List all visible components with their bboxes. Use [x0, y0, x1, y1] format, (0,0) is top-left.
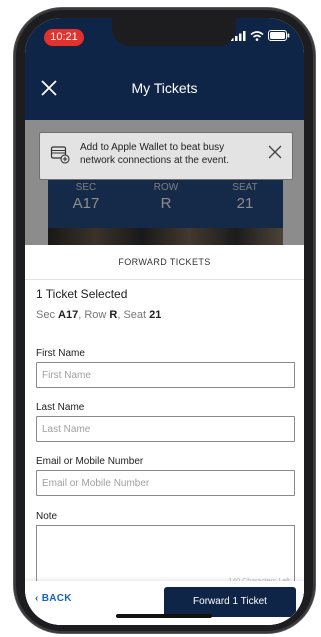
ticket-row-label: ROW	[153, 182, 179, 193]
ticket-seat-value: 21	[236, 195, 254, 212]
ticket-sec-value: A17	[72, 195, 100, 212]
forward-sheet: FORWARD TICKETS 1 Ticket Selected Sec A1…	[25, 245, 304, 625]
wallet-banner[interactable]: Add to Apple Wallet to beat busy network…	[39, 132, 293, 180]
phone-screen: 10:21 My Tickets SEC A17 ROW R SEAT 21 A…	[25, 18, 304, 625]
ticket-sec: SEC A17	[56, 182, 116, 212]
back-button[interactable]: ‹ BACK	[35, 593, 72, 604]
status-time: 10:21	[44, 29, 84, 46]
first-name-field[interactable]	[36, 362, 295, 388]
seat-sec: A17	[58, 309, 79, 321]
contact-label: Email or Mobile Number	[36, 456, 144, 467]
app-header: My Tickets	[25, 58, 304, 120]
sheet-footer: ‹ BACK Forward 1 Ticket	[25, 581, 304, 625]
contact-field[interactable]	[36, 470, 295, 496]
forward-button[interactable]: Forward 1 Ticket	[164, 587, 296, 617]
status-icons	[231, 30, 290, 41]
ticket-row: ROW R	[136, 182, 196, 212]
ticket-seat: SEAT 21	[215, 182, 275, 212]
home-indicator	[116, 614, 212, 618]
wifi-icon	[250, 30, 264, 41]
ticket-seat-label: SEAT	[232, 182, 258, 193]
tickets-selected: 1 Ticket Selected	[36, 287, 128, 301]
wallet-banner-text: Add to Apple Wallet to beat busy network…	[80, 142, 229, 166]
close-icon[interactable]	[268, 145, 282, 159]
seat-info: Sec A17, Row R, Seat 21	[36, 309, 161, 321]
first-name-label: First Name	[36, 348, 85, 359]
note-field[interactable]: 140 Characters Left	[36, 525, 295, 587]
back-button-label: BACK	[41, 593, 72, 604]
ticket-sec-label: SEC	[75, 182, 97, 193]
battery-icon	[268, 30, 290, 41]
page-title: My Tickets	[131, 80, 198, 96]
seat-sec-prefix: Sec	[36, 309, 59, 321]
ticket-row-value: R	[160, 195, 172, 212]
seat-seat: 21	[149, 309, 162, 321]
notch	[112, 18, 236, 46]
wallet-icon	[50, 146, 70, 164]
seat-seat-prefix: , Seat	[117, 309, 150, 321]
seat-row-prefix: , Row	[78, 309, 110, 321]
sheet-title: FORWARD TICKETS	[25, 245, 304, 280]
last-name-field[interactable]	[36, 416, 295, 442]
note-label: Note	[36, 511, 58, 522]
last-name-label: Last Name	[36, 402, 85, 413]
chevron-left-icon: ‹	[35, 593, 39, 604]
